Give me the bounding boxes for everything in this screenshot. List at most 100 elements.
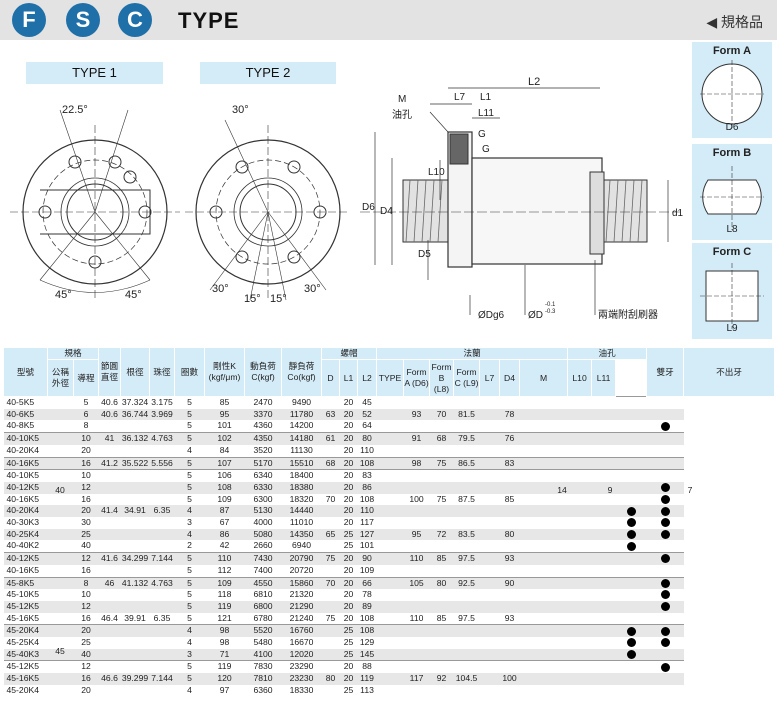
spec-tag[interactable]: ◀ 規格品 (706, 12, 763, 32)
table-cell-model: 45-8K5 (3, 576, 48, 590)
table-cell-L2: 90 (357, 552, 377, 565)
table-cell-L1: 20 (339, 505, 358, 518)
marker-dot-icon (660, 578, 670, 588)
table-cell-flush (646, 505, 684, 518)
table-cell-empty (376, 648, 404, 661)
table-cell-c: 6300 (244, 493, 282, 506)
table-cell-D4 (499, 684, 520, 697)
table-cell-fb (429, 517, 454, 529)
table-row: 40-10K5 10 5 106 6340 18400 20 83 (3, 469, 775, 482)
th-ball-dia: 珠徑 (149, 347, 176, 397)
table-cell-lead: 20 (73, 444, 99, 458)
table-cell-k: 112 (204, 564, 245, 578)
table-cell-turns: 5 (174, 552, 205, 565)
spec-table-body: 40-5K5 5 40.6 37.324 3.175 5 85 2470 9490 20 45 40-… (3, 395, 775, 697)
table-cell-turns: 5 (174, 493, 205, 506)
dim-G2: G (482, 144, 490, 155)
table-cell-fb (429, 420, 454, 433)
table-cell-ball: 6.35 (149, 612, 175, 625)
table-cell-turns: 5 (174, 673, 205, 685)
dim-D-tol-bot: -0.3 (545, 309, 556, 315)
table-cell-D4 (499, 481, 520, 494)
table-cell-co: 20720 (281, 564, 322, 578)
form-c-box: Form C L9 (692, 243, 772, 339)
table-cell-L2: 108 (357, 624, 377, 638)
table-cell-root (120, 589, 150, 601)
table-cell-turns: 5 (174, 481, 205, 494)
table-cell-model: 40-12K5 (3, 481, 48, 494)
table-cell-fa: 105 (403, 576, 430, 590)
table-cell-D4 (499, 395, 520, 409)
table-cell-c: 6360 (244, 684, 282, 697)
table-cell-fc (453, 589, 480, 601)
th-double: 雙牙 (646, 347, 685, 397)
table-row: 40-16K5 16 5 109 6300 18320 70 20 108 100 75 87.5 85 (3, 493, 775, 506)
type1-flange-drawing (10, 109, 180, 300)
table-cell-fa (403, 469, 430, 482)
table-cell-pitch: 40.6 (98, 395, 121, 409)
table-cell-empty (519, 552, 568, 565)
table-cell-root: 39.299 (120, 673, 150, 685)
table-cell-fb: 70 (429, 408, 454, 421)
table-row: 40-25K4 25 4 86 5080 14350 65 25 127 95 72 83.5 80 (3, 528, 775, 541)
table-cell-empty (47, 517, 74, 529)
table-cell-ball (149, 589, 175, 601)
table-cell-empty (376, 589, 404, 601)
table-cell-ball (149, 564, 175, 578)
table-cell-empty (376, 564, 404, 578)
table-cell-ball: 5.556 (149, 456, 175, 470)
table-cell-empty (567, 444, 592, 458)
table-cell-fa (403, 444, 430, 458)
th-model: 型號 (3, 347, 48, 397)
table-cell-empty (591, 637, 616, 649)
table-row: 40-12K5 12 5 108 6330 18380 20 86 (3, 481, 775, 494)
table-cell-D4: 90 (499, 576, 520, 590)
table-cell-ball: 4.763 (149, 432, 175, 445)
table-row: 40-6K5 6 40.6 36.744 3.969 5 95 3370 11780 63 20 52… (3, 408, 775, 421)
table-cell-fb (429, 637, 454, 649)
table-cell-flush (646, 444, 684, 458)
table-cell-flush (646, 564, 684, 578)
table-cell-co: 21240 (281, 612, 322, 625)
table-cell-co: 14180 (281, 432, 322, 445)
table-cell-model: 40-30K3 (3, 517, 48, 529)
table-cell-empty (376, 420, 404, 433)
table-cell-L2: 119 (357, 673, 377, 685)
table-cell-empty (376, 637, 404, 649)
marker-dot-icon (660, 590, 670, 600)
table-cell-turns: 5 (174, 408, 205, 421)
table-cell-fb (429, 624, 454, 638)
table-cell-fa (403, 637, 430, 649)
table-cell-empty (519, 528, 568, 541)
table-cell-co: 9490 (281, 395, 322, 409)
table-cell-fa: 98 (403, 456, 430, 470)
table-cell-pitch (98, 528, 121, 541)
table-cell-flush (646, 612, 684, 625)
table-cell-D4 (499, 420, 520, 433)
table-cell-empty (47, 552, 74, 565)
table-cell-empty (47, 493, 74, 506)
table-cell-empty (567, 660, 592, 674)
marker-dot-icon (660, 421, 670, 431)
table-cell-empty (519, 637, 568, 649)
table-cell-empty (479, 395, 500, 409)
table-row: 40-8K5 8 5 101 4360 14200 20 64 (3, 420, 775, 433)
table-cell-empty (591, 576, 616, 590)
table-cell-dbl (615, 540, 647, 553)
th-M: M (519, 359, 569, 397)
table-cell-lead: 40 (73, 648, 99, 661)
table-cell-pitch (98, 600, 121, 613)
table-cell-L1: 20 (339, 517, 358, 529)
table-cell-empty (519, 660, 568, 674)
table-cell-empty (591, 505, 616, 518)
table-cell-fc (453, 481, 480, 494)
table-cell-model: 45-16K5 (3, 673, 48, 685)
table-cell-empty (567, 589, 592, 601)
table-cell-k: 98 (204, 637, 245, 649)
table-cell-ball (149, 444, 175, 458)
flange-L7: 14 (557, 485, 567, 495)
table-cell-D4: 85 (499, 493, 520, 506)
table-cell-fb (429, 395, 454, 409)
table-cell-D: 80 (321, 673, 340, 685)
table-cell-fc (453, 505, 480, 518)
